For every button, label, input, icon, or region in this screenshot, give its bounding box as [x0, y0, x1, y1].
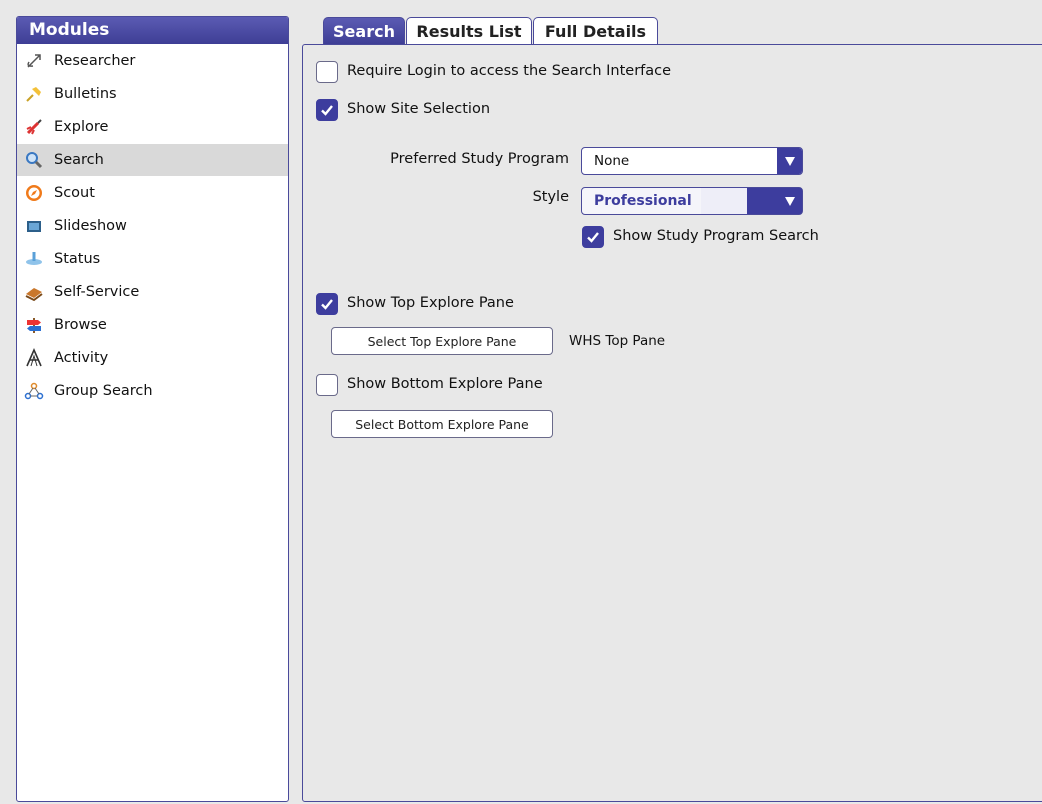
select-top-explore-pane-button[interactable]: Select Top Explore Pane — [331, 327, 553, 355]
sidebar-item-search[interactable]: Search — [17, 144, 288, 176]
status-icon — [23, 248, 45, 270]
sidebar-item-label: Explore — [54, 119, 109, 135]
select-bottom-explore-pane-button[interactable]: Select Bottom Explore Pane — [331, 410, 553, 438]
style-label: Style — [532, 189, 569, 205]
researcher-icon — [23, 50, 45, 72]
checkmark-icon — [321, 105, 333, 116]
sidebar-item-label: Activity — [54, 350, 109, 366]
sidebar-item-label: Scout — [54, 185, 95, 201]
sidebar-title: Modules — [17, 17, 288, 44]
checkmark-icon — [587, 232, 599, 243]
show-study-program-search-checkbox[interactable] — [582, 226, 604, 248]
tab-full-details[interactable]: Full Details — [533, 17, 658, 44]
sidebar-item-label: Bulletins — [54, 86, 117, 102]
preferred-study-program-select[interactable]: None — [581, 147, 803, 175]
style-value: Professional — [594, 193, 692, 209]
show-bottom-explore-pane-label: Show Bottom Explore Pane — [347, 376, 543, 392]
modules-sidebar: Modules Researcher Bulletins Explore Sea… — [16, 16, 289, 802]
books-icon — [23, 281, 45, 303]
signpost-icon — [23, 314, 45, 336]
sidebar-item-slideshow[interactable]: Slideshow — [17, 210, 288, 242]
sidebar-item-activity[interactable]: Activity — [17, 342, 288, 374]
tab-results-list[interactable]: Results List — [406, 17, 532, 44]
slideshow-icon — [23, 215, 45, 237]
group-icon — [23, 380, 45, 402]
show-study-program-search-label: Show Study Program Search — [613, 228, 819, 244]
show-site-selection-label: Show Site Selection — [347, 101, 491, 117]
sidebar-item-bulletins[interactable]: Bulletins — [17, 78, 288, 110]
sidebar-item-explore[interactable]: Explore — [17, 111, 288, 143]
compass-icon — [23, 182, 45, 204]
style-select[interactable]: Professional — [581, 187, 803, 215]
activity-icon — [23, 347, 45, 369]
require-login-checkbox[interactable] — [316, 61, 338, 83]
rocket-icon — [23, 116, 45, 138]
show-site-selection-checkbox[interactable] — [316, 99, 338, 121]
tab-search[interactable]: Search — [323, 17, 405, 44]
sidebar-item-self-service[interactable]: Self-Service — [17, 276, 288, 308]
preferred-study-program-label: Preferred Study Program — [390, 151, 569, 167]
preferred-study-program-value: None — [594, 153, 630, 169]
show-bottom-explore-pane-checkbox[interactable] — [316, 374, 338, 396]
sidebar-item-group-search[interactable]: Group Search — [17, 375, 288, 407]
checkmark-icon — [321, 299, 333, 310]
search-settings-panel: Require Login to access the Search Inter… — [302, 44, 1042, 802]
magnifier-icon — [23, 149, 45, 171]
sidebar-item-label: Self-Service — [54, 284, 140, 300]
show-top-explore-pane-label: Show Top Explore Pane — [347, 295, 514, 311]
show-top-explore-pane-checkbox[interactable] — [316, 293, 338, 315]
require-login-label: Require Login to access the Search Inter… — [347, 63, 672, 79]
sidebar-item-label: Researcher — [54, 53, 136, 69]
sidebar-item-label: Search — [54, 152, 104, 168]
sidebar-item-label: Slideshow — [54, 218, 127, 234]
sidebar-item-label: Status — [54, 251, 101, 267]
sidebar-item-researcher[interactable]: Researcher — [17, 45, 288, 77]
pin-icon — [23, 83, 45, 105]
sidebar-item-label: Browse — [54, 317, 107, 333]
chevron-down-icon — [777, 188, 802, 214]
chevron-down-icon — [777, 148, 802, 174]
sidebar-item-status[interactable]: Status — [17, 243, 288, 275]
top-explore-pane-value: WHS Top Pane — [569, 333, 666, 349]
sidebar-item-browse[interactable]: Browse — [17, 309, 288, 341]
sidebar-item-label: Group Search — [54, 383, 153, 399]
sidebar-item-scout[interactable]: Scout — [17, 177, 288, 209]
